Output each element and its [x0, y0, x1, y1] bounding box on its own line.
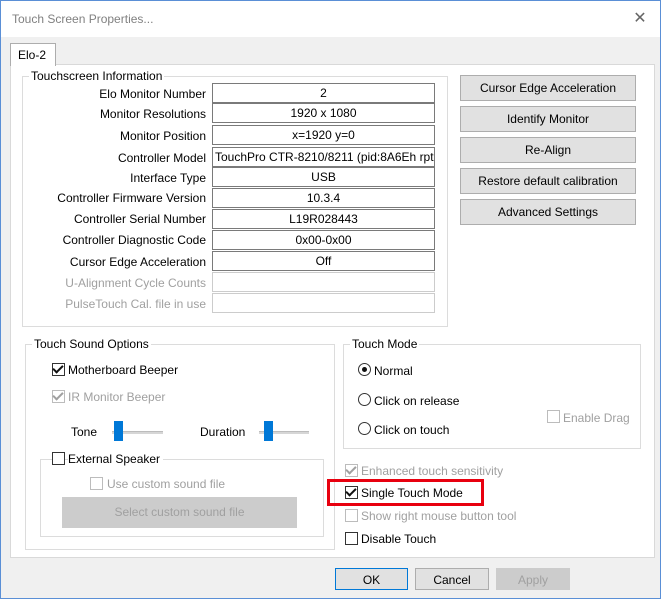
- field-controller-serial-number: L19R028443: [212, 209, 435, 229]
- label-monitor-position: Monitor Position: [119, 129, 206, 143]
- enable-drag-label: Enable Drag: [563, 411, 630, 425]
- field-u-alignment-cycle-counts: [212, 272, 435, 292]
- duration-slider-thumb[interactable]: [264, 421, 273, 441]
- motherboard-beeper-label: Motherboard Beeper: [68, 363, 179, 377]
- normal-label: Normal: [374, 364, 413, 378]
- enhanced-touch-sensitivity-label: Enhanced touch sensitivity: [361, 464, 504, 478]
- identify-monitor-button[interactable]: Identify Monitor: [460, 106, 636, 132]
- tone-label: Tone: [71, 425, 98, 439]
- select-custom-sound-file-button[interactable]: Select custom sound file: [62, 497, 297, 528]
- label-controller-serial-number: Controller Serial Number: [73, 212, 206, 226]
- title-bar: Touch Screen Properties... ✕: [1, 1, 660, 37]
- click-on-touch-label: Click on touch: [374, 423, 450, 437]
- label-elo-monitor-number: Elo Monitor Number: [99, 87, 206, 101]
- normal-radio[interactable]: [358, 363, 371, 376]
- show-right-mouse-button-tool-label: Show right mouse button tool: [361, 509, 517, 523]
- apply-button[interactable]: Apply: [496, 568, 570, 590]
- check-icon: [345, 463, 357, 475]
- re-align-button[interactable]: Re-Align: [460, 137, 636, 163]
- disable-touch-checkbox[interactable]: [345, 532, 358, 545]
- use-custom-sound-file-label: Use custom sound file: [107, 477, 226, 491]
- field-controller-firmware-version: 10.3.4: [212, 188, 435, 208]
- cancel-button[interactable]: Cancel: [415, 568, 489, 590]
- click-on-touch-radio[interactable]: [358, 422, 371, 435]
- field-elo-monitor-number: 2: [212, 83, 435, 103]
- touchscreen-info-title: Touchscreen Information: [29, 69, 165, 83]
- field-pulsetouch-cal-file: [212, 293, 435, 313]
- duration-label: Duration: [200, 425, 246, 439]
- touch-screen-properties-dialog: Touch Screen Properties... ✕ Elo-2 Touch…: [0, 0, 661, 599]
- click-on-release-radio[interactable]: [358, 393, 371, 406]
- label-controller-firmware-version: Controller Firmware Version: [57, 191, 206, 205]
- label-pulsetouch-cal-file: PulseTouch Cal. file in use: [65, 297, 206, 311]
- ir-monitor-beeper-label: IR Monitor Beeper: [68, 390, 166, 404]
- field-controller-model: TouchPro CTR-8210/8211 (pid:8A6Eh rpt:15…: [212, 147, 435, 167]
- tab-elo-2[interactable]: Elo-2: [10, 43, 56, 66]
- restore-default-calibration-button[interactable]: Restore default calibration: [460, 168, 636, 194]
- close-icon[interactable]: ✕: [625, 6, 655, 32]
- touch-mode-title: Touch Mode: [350, 337, 420, 351]
- single-touch-mode-highlight: [327, 479, 484, 506]
- window-title: Touch Screen Properties...: [12, 12, 154, 26]
- enhanced-touch-sensitivity-checkbox[interactable]: [345, 463, 358, 477]
- disable-touch-label: Disable Touch: [361, 532, 437, 546]
- radio-dot-icon: [362, 367, 367, 372]
- field-controller-diagnostic-code: 0x00-0x00: [212, 230, 435, 250]
- ir-monitor-beeper-checkbox[interactable]: [52, 389, 65, 403]
- motherboard-beeper-checkbox[interactable]: [52, 362, 65, 376]
- field-monitor-position: x=1920 y=0: [212, 125, 435, 145]
- external-speaker-label: External Speaker: [68, 452, 164, 466]
- tone-slider-thumb[interactable]: [114, 421, 123, 441]
- field-cursor-edge-acceleration: Off: [212, 251, 435, 271]
- cursor-edge-acceleration-button[interactable]: Cursor Edge Acceleration: [460, 75, 636, 101]
- check-icon: [52, 362, 64, 374]
- label-u-alignment-cycle-counts: U-Alignment Cycle Counts: [65, 276, 206, 290]
- label-monitor-resolutions: Monitor Resolutions: [99, 107, 206, 121]
- enable-drag-checkbox[interactable]: [547, 410, 560, 423]
- touch-sound-options-title: Touch Sound Options: [32, 337, 151, 351]
- click-on-release-label: Click on release: [374, 394, 460, 408]
- advanced-settings-button[interactable]: Advanced Settings: [460, 199, 636, 225]
- check-icon: [52, 389, 64, 401]
- field-interface-type: USB: [212, 167, 435, 187]
- show-right-mouse-button-tool-checkbox[interactable]: [345, 509, 358, 522]
- use-custom-sound-file-checkbox[interactable]: [90, 477, 103, 490]
- label-controller-model: Controller Model: [117, 151, 206, 165]
- label-cursor-edge-acceleration: Cursor Edge Acceleration: [69, 255, 206, 269]
- tab-label: Elo-2: [18, 48, 47, 62]
- ok-button[interactable]: OK: [335, 568, 408, 590]
- external-speaker-checkbox[interactable]: [52, 452, 65, 465]
- label-interface-type: Interface Type: [130, 171, 206, 185]
- field-monitor-resolutions: 1920 x 1080: [212, 103, 435, 123]
- label-controller-diagnostic-code: Controller Diagnostic Code: [62, 233, 206, 247]
